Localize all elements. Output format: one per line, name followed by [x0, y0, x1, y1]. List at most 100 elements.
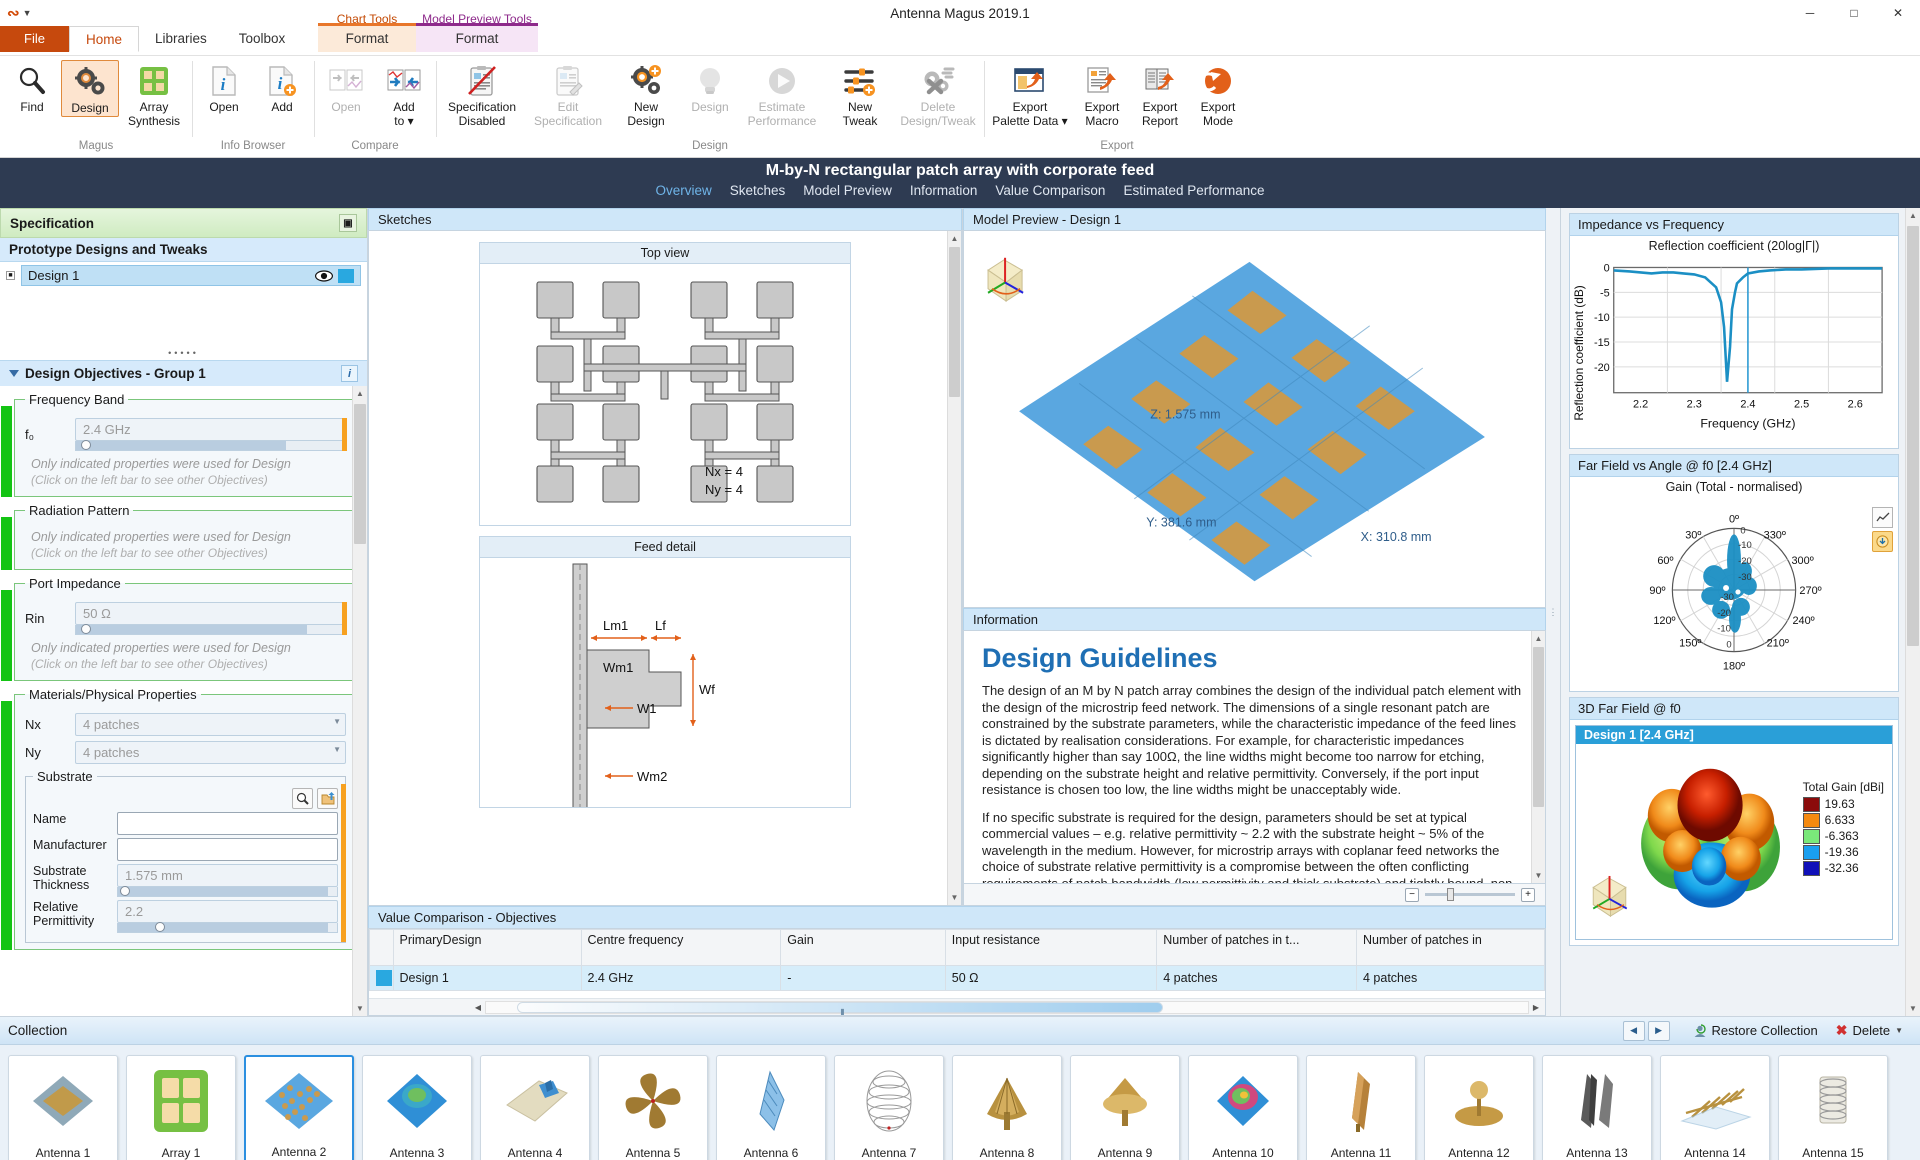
- nx-input[interactable]: [75, 713, 346, 736]
- substrate-permittivity-slider[interactable]: [117, 922, 338, 933]
- col-patches-2[interactable]: Number of patches in: [1356, 929, 1545, 966]
- collection-next-button[interactable]: ▶: [1647, 1020, 1670, 1041]
- tab-chart-format[interactable]: Format: [318, 26, 416, 52]
- info-icon[interactable]: i: [341, 365, 358, 382]
- array-synthesis-button[interactable]: Array Synthesis: [119, 60, 189, 128]
- far-field-chart-body[interactable]: Gain (Total - normalised) 0º 30º 60º 90º…: [1570, 477, 1898, 691]
- pin-icon[interactable]: ▣: [339, 214, 357, 232]
- tab-estimated-performance[interactable]: Estimated Performance: [1123, 183, 1264, 198]
- new-tweak-button[interactable]: New Tweak: [825, 60, 895, 128]
- port-impedance-active-bar[interactable]: [1, 590, 12, 681]
- close-button[interactable]: ✕: [1876, 0, 1920, 26]
- tab-information[interactable]: Information: [910, 183, 978, 198]
- nx-chevron-down-icon[interactable]: ▼: [333, 717, 341, 726]
- value-comparison-horizontal-scrollbar[interactable]: ◀ ▮ ▶: [369, 998, 1545, 1016]
- substrate-name-input[interactable]: [117, 812, 338, 835]
- substrate-thickness-input[interactable]: [117, 864, 338, 887]
- results-scroll-up-icon[interactable]: ▲: [1906, 208, 1920, 223]
- collection-item-antenna-10[interactable]: Antenna 10: [1188, 1054, 1298, 1160]
- tab-model-preview-format[interactable]: Format: [416, 26, 538, 52]
- sketches-scroll-down-icon[interactable]: ▼: [948, 890, 961, 905]
- information-panel-body[interactable]: Design Guidelines The design of an M by …: [963, 630, 1546, 884]
- ny-chevron-down-icon[interactable]: ▼: [333, 745, 341, 754]
- expander-icon[interactable]: ■: [6, 271, 15, 280]
- collection-item-antenna-14[interactable]: Antenna 14: [1660, 1054, 1770, 1160]
- search-icon[interactable]: [292, 788, 313, 809]
- panel-splitter[interactable]: •••••: [0, 349, 367, 360]
- eye-icon[interactable]: [315, 269, 333, 282]
- collection-thumbnails[interactable]: Antenna 1 Array 1 Antenna 2 Antenna 3 An…: [0, 1045, 1920, 1160]
- table-row[interactable]: Design 1 2.4 GHz - 50 Ω 4 patches 4 patc…: [369, 965, 1545, 991]
- restore-collection-button[interactable]: Restore Collection: [1684, 1021, 1827, 1040]
- collection-item-antenna-8[interactable]: Antenna 8: [952, 1054, 1062, 1160]
- line-chart-icon[interactable]: [1872, 507, 1893, 528]
- design-objectives-header[interactable]: Design Objectives - Group 1 i: [0, 360, 367, 386]
- rin-slider[interactable]: [75, 624, 346, 635]
- sketches-panel-body[interactable]: Top view Nx = 4 Ny = 4 Feed detail Lm1 L…: [368, 230, 962, 906]
- objectives-scroll-area[interactable]: Frequency Band f₀ Only indicated propert…: [0, 386, 367, 1016]
- info-open-button[interactable]: i Open: [195, 60, 253, 115]
- hscroll-left-icon[interactable]: ◀: [471, 1003, 485, 1012]
- quick-access-toolbar[interactable]: ∾ ▼: [0, 4, 32, 22]
- new-design-button[interactable]: New Design: [611, 60, 681, 128]
- collapse-triangle-icon[interactable]: [9, 370, 19, 377]
- col-centre-frequency[interactable]: Centre frequency: [580, 929, 782, 966]
- collection-item-antenna-5[interactable]: Antenna 5: [598, 1054, 708, 1160]
- tab-file[interactable]: File: [0, 26, 69, 52]
- delete-collection-button[interactable]: ✖ Delete ▼: [1827, 1020, 1912, 1041]
- compare-open-button[interactable]: Open: [317, 60, 375, 115]
- collection-item-array-1[interactable]: Array 1: [126, 1054, 236, 1160]
- estimate-performance-button[interactable]: Estimate Performance: [739, 60, 825, 128]
- minimize-button[interactable]: ─: [1788, 0, 1832, 26]
- tab-value-comparison[interactable]: Value Comparison: [995, 183, 1105, 198]
- scroll-up-icon[interactable]: ▲: [353, 386, 367, 401]
- zoom-in-icon[interactable]: +: [1521, 887, 1535, 902]
- collection-item-antenna-3[interactable]: Antenna 3: [362, 1054, 472, 1160]
- tab-home[interactable]: Home: [68, 26, 139, 52]
- f0-input[interactable]: [75, 418, 346, 441]
- tab-libraries[interactable]: Libraries: [139, 26, 223, 52]
- sketches-scroll-up-icon[interactable]: ▲: [948, 231, 961, 246]
- substrate-manufacturer-input[interactable]: [117, 838, 338, 861]
- delete-design-tweak-button[interactable]: Delete Design/Tweak: [895, 60, 981, 128]
- tab-toolbox[interactable]: Toolbox: [223, 26, 302, 52]
- design-item-name[interactable]: Design 1: [21, 265, 361, 286]
- collection-item-antenna-1[interactable]: Antenna 1: [8, 1054, 118, 1160]
- chevron-down-icon[interactable]: ▼: [23, 8, 32, 18]
- library-import-icon[interactable]: [317, 788, 338, 809]
- collection-item-antenna-12[interactable]: Antenna 12: [1424, 1054, 1534, 1160]
- sketches-vertical-scrollbar[interactable]: ▲ ▼: [947, 231, 961, 905]
- col-input-resistance[interactable]: Input resistance: [944, 929, 1158, 966]
- info-add-button[interactable]: i Add: [253, 60, 311, 115]
- specification-disabled-button[interactable]: Specification Disabled: [439, 60, 525, 128]
- information-scroll-down-icon[interactable]: ▼: [1532, 868, 1545, 883]
- chevron-down-icon[interactable]: ▼: [1895, 1026, 1903, 1035]
- compare-add-to-button[interactable]: Add to ▾: [375, 60, 433, 128]
- zoom-out-icon[interactable]: −: [1405, 887, 1419, 902]
- tab-overview[interactable]: Overview: [655, 183, 711, 198]
- collection-item-antenna-6[interactable]: Antenna 6: [716, 1054, 826, 1160]
- design-estimate-button[interactable]: Design: [681, 60, 739, 115]
- information-vertical-scrollbar[interactable]: ▲ ▼: [1531, 631, 1545, 883]
- collection-item-antenna-9[interactable]: Antenna 9: [1070, 1054, 1180, 1160]
- collection-item-antenna-4[interactable]: Antenna 4: [480, 1054, 590, 1160]
- substrate-permittivity-input[interactable]: [117, 900, 338, 923]
- export-palette-data-button[interactable]: Export Palette Data ▾: [987, 60, 1073, 128]
- information-scroll-up-icon[interactable]: ▲: [1532, 631, 1545, 646]
- hscroll-right-icon[interactable]: ▶: [1529, 1003, 1543, 1012]
- collection-item-antenna-15[interactable]: Antenna 15: [1778, 1054, 1888, 1160]
- substrate-thickness-slider[interactable]: [117, 886, 338, 897]
- panel-resize-handle[interactable]: ⋮: [1546, 208, 1560, 1016]
- export-report-button[interactable]: Export Report: [1131, 60, 1189, 128]
- materials-active-bar[interactable]: [1, 701, 12, 950]
- tab-model-preview[interactable]: Model Preview: [803, 183, 892, 198]
- scroll-down-icon[interactable]: ▼: [353, 1001, 367, 1016]
- radiation-pattern-active-bar[interactable]: [1, 517, 12, 570]
- find-button[interactable]: Find: [3, 60, 61, 115]
- collection-item-antenna-11[interactable]: Antenna 11: [1306, 1054, 1416, 1160]
- col-patches-1[interactable]: Number of patches in t...: [1156, 929, 1357, 966]
- results-vertical-scrollbar[interactable]: ▲ ▼: [1905, 208, 1920, 1016]
- collection-item-antenna-2[interactable]: Antenna 2: [244, 1054, 354, 1160]
- edit-specification-button[interactable]: Edit Specification: [525, 60, 611, 128]
- design-colour-swatch[interactable]: [338, 268, 354, 283]
